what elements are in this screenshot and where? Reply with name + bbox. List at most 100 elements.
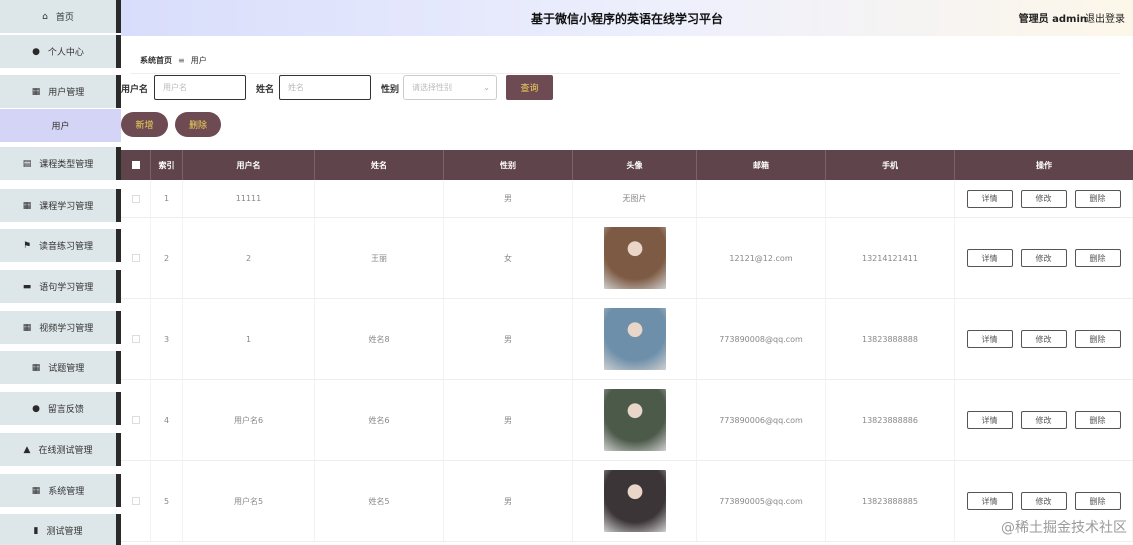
top-header: 基于微信小程序的英语在线学习平台 管理员 admin 退出登录	[121, 0, 1133, 36]
briefcase-icon: ▬	[22, 281, 32, 292]
sidebar-item-label: 在线测试管理	[38, 446, 93, 456]
detail-button[interactable]: 详情	[966, 189, 1013, 208]
delete-button[interactable]: 删除	[1074, 330, 1121, 348]
breadcrumb-home[interactable]: 系统首页	[140, 56, 172, 65]
column-header-actions: 操作	[1036, 160, 1052, 170]
sidebar-item-11[interactable]: ▲ 在线测试管理	[0, 433, 121, 466]
bulb-icon: ●	[32, 403, 40, 414]
row-checkbox-cell	[121, 380, 151, 460]
watermark: @稀土掘金技术社区	[1001, 520, 1127, 536]
actions-cell: 详情 修改 删除	[955, 299, 1133, 379]
edit-button[interactable]: 修改	[1020, 411, 1067, 429]
detail-button[interactable]: 详情	[966, 330, 1013, 348]
avatar-cell: 无图片	[573, 180, 697, 217]
sidebar-item-2[interactable]: ▦ 用户管理	[0, 75, 121, 108]
table-row: 4 用户名6 姓名6 男 773890006@qq.com 13823888886 详情 修改…	[121, 380, 1133, 461]
cell-email: 773890006@qq.com	[697, 380, 826, 460]
current-user: 管理员 admin	[1018, 14, 1087, 25]
sidebar-item-label: 系统管理	[48, 487, 85, 497]
sidebar-item-1[interactable]: ● 个人中心	[0, 35, 121, 68]
sidebar-item-8[interactable]: ▦ 视频学习管理	[0, 311, 121, 344]
cell-name: 王丽	[315, 218, 444, 298]
delete-button[interactable]: 删除	[1074, 189, 1121, 208]
sidebar-item-5[interactable]: ▦ 课程学习管理	[0, 189, 121, 222]
edit-button[interactable]: 修改	[1020, 330, 1067, 348]
row-checkbox[interactable]	[131, 497, 140, 505]
sidebar: ⌂ 首页 ● 个人中心 ▦ 用户管理用户 ▤ 课程类型管理 ▦ 课程学习管理 ⚑ 读音练习管理 ▬ 语句学…	[0, 0, 121, 545]
row-checkbox[interactable]	[131, 416, 140, 424]
row-checkbox[interactable]	[131, 254, 140, 262]
sidebar-item-label: 语句学习管理	[39, 283, 94, 293]
grid-icon: ▦	[22, 200, 32, 211]
username-search-input[interactable]: 用户名	[154, 75, 246, 100]
cell-username: 用户名6	[183, 380, 315, 460]
page-title: 基于微信小程序的英语在线学习平台	[530, 12, 723, 26]
flag-icon: ⚑	[22, 240, 32, 251]
row-checkbox-cell	[121, 180, 151, 217]
sidebar-item-label: 视频学习管理	[39, 324, 94, 334]
breadcrumb-separator-icon: ≡	[178, 56, 185, 65]
actions-cell: 详情 修改 删除	[955, 180, 1133, 217]
no-image-text: 无图片	[622, 194, 647, 203]
sidebar-item-13[interactable]: ▮ 测试管理	[0, 514, 121, 545]
avatar-cell	[573, 380, 697, 460]
select-all-checkbox[interactable]	[121, 150, 151, 180]
grid-icon: ▦	[31, 86, 41, 97]
column-header-avatar: 头像	[573, 150, 697, 180]
sidebar-item-6[interactable]: ⚑ 读音练习管理	[0, 229, 121, 262]
row-checkbox[interactable]	[131, 194, 140, 203]
delete-button[interactable]: 删除	[1074, 249, 1121, 267]
column-header-name: 姓名	[315, 150, 444, 180]
detail-button[interactable]: 详情	[966, 249, 1013, 267]
cell-email: 773890008@qq.com	[697, 299, 826, 379]
table-row: 5 用户名5 姓名5 男 773890005@qq.com 13823888885 详情 修改…	[121, 461, 1133, 542]
cell-phone: 13823888888	[826, 299, 955, 379]
sidebar-item-9[interactable]: ▦ 试题管理	[0, 351, 121, 384]
sidebar-item-10[interactable]: ● 留言反馈	[0, 392, 121, 425]
edit-button[interactable]: 修改	[1020, 189, 1067, 208]
delete-button[interactable]: 删除	[1074, 411, 1121, 429]
name-search-input[interactable]: 姓名	[279, 75, 371, 100]
logout-link[interactable]: 退出登录	[1085, 10, 1125, 25]
edit-button[interactable]: 修改	[1020, 492, 1067, 510]
app-root: ⌂ 首页 ● 个人中心 ▦ 用户管理用户 ▤ 课程类型管理 ▦ 课程学习管理 ⚑ 读音练习管理 ▬ 语句学…	[0, 0, 1133, 545]
cell-email: 773890005@qq.com	[697, 461, 826, 541]
sidebar-item-7[interactable]: ▬ 语句学习管理	[0, 270, 121, 303]
column-header-phone: 手机	[826, 150, 955, 180]
detail-button[interactable]: 详情	[966, 411, 1013, 429]
row-checkbox[interactable]	[131, 335, 140, 343]
sidebar-item-label: 用户	[51, 122, 70, 132]
avatar	[603, 470, 666, 532]
avatar-cell	[573, 218, 697, 298]
avatar	[603, 389, 666, 451]
cell-username: 用户名5	[183, 461, 315, 541]
sidebar-item-0[interactable]: ⌂ 首页	[0, 0, 121, 33]
cell-phone: 13823888885	[826, 461, 955, 541]
sidebar-item-label: 首页	[55, 13, 74, 23]
sidebar-item-4[interactable]: ▤ 课程类型管理	[0, 147, 121, 180]
edit-button[interactable]: 修改	[1020, 249, 1067, 267]
sidebar-item-12[interactable]: ▦ 系统管理	[0, 474, 121, 507]
user-upload-icon: ▲	[23, 444, 31, 455]
cell-name	[315, 180, 444, 217]
column-header-gender: 性别	[444, 150, 573, 180]
query-button[interactable]: 查询	[506, 75, 553, 100]
detail-button[interactable]: 详情	[966, 492, 1013, 510]
gender-select[interactable]: 请选择性别 ⌄	[403, 75, 497, 100]
row-checkbox-cell	[121, 299, 151, 379]
grid-icon: ▦	[22, 322, 32, 333]
row-checkbox-cell	[121, 461, 151, 541]
sidebar-item-3[interactable]: 用户	[0, 109, 121, 142]
actions-cell: 详情 修改 删除	[955, 380, 1133, 460]
column-header-email: 邮箱	[697, 150, 826, 180]
cell-email: 12121@12.com	[697, 218, 826, 298]
divider	[130, 73, 1120, 74]
username-label: 用户名	[121, 85, 149, 95]
sidebar-item-label: 用户管理	[48, 88, 85, 98]
batch-delete-button[interactable]: 删除	[175, 112, 221, 137]
add-button[interactable]: 新增	[121, 112, 168, 137]
cell-email	[697, 180, 826, 217]
delete-button[interactable]: 删除	[1074, 492, 1121, 510]
sidebar-item-label: 课程类型管理	[39, 160, 94, 170]
cell-gender: 男	[444, 461, 573, 541]
